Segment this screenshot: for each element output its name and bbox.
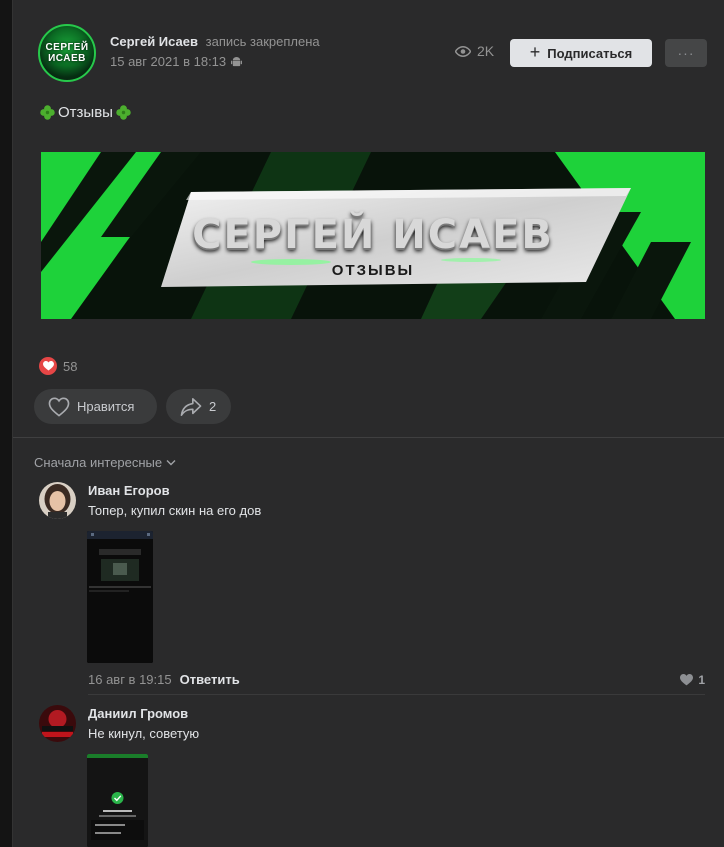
- post-banner-image[interactable]: СЕРГЕЙ ИСАЕВ ОТЗЫВЫ: [41, 152, 705, 319]
- views-counter: 2K: [455, 43, 494, 59]
- comment-meta: 16 авг в 19:15 Ответить: [88, 672, 240, 687]
- heart-outline-icon: [48, 397, 70, 417]
- views-count: 2K: [477, 43, 495, 59]
- like-button[interactable]: Нравится: [34, 389, 157, 424]
- subscribe-label: Подписаться: [547, 45, 633, 61]
- comments-sort-dropdown[interactable]: Сначала интересные: [34, 455, 176, 470]
- post-date-line: 15 авг 2021 в 18:13: [110, 54, 243, 69]
- comment-attachment-image[interactable]: [87, 531, 153, 663]
- android-icon: [231, 56, 243, 66]
- reply-button[interactable]: Ответить: [180, 672, 240, 687]
- left-sidebar-edge: [0, 0, 12, 847]
- post-header: СЕРГЕЙ ИСАЕВ Сергей Исаев запись закрепл…: [38, 24, 724, 84]
- pinned-note: запись закреплена: [205, 34, 320, 49]
- comment-like-button[interactable]: 1: [680, 673, 705, 687]
- commenter-name[interactable]: Даниил Громов: [88, 706, 188, 721]
- author-name[interactable]: Сергей Исаев: [110, 34, 198, 49]
- banner-subtitle: ОТЗЫВЫ: [331, 262, 415, 279]
- plus-icon: +: [529, 42, 541, 62]
- chevron-down-icon: [166, 460, 176, 466]
- post-text-content: Отзывы: [58, 104, 113, 121]
- comment-text: Топер, купил скин на его дов: [88, 503, 262, 518]
- comment-attachment-image[interactable]: [87, 754, 148, 847]
- like-label: Нравится: [77, 399, 135, 414]
- avatar-logo-text: СЕРГЕЙ: [45, 42, 89, 53]
- comment-like-count: 1: [698, 673, 705, 687]
- commenter-avatar[interactable]: [39, 482, 76, 519]
- likes-summary[interactable]: 58: [39, 357, 77, 375]
- comment-divider: [88, 694, 705, 695]
- clover-icon: [40, 105, 55, 120]
- section-divider: [13, 437, 724, 438]
- comment-date[interactable]: 16 авг в 19:15: [88, 672, 172, 687]
- author-avatar[interactable]: СЕРГЕЙ ИСАЕВ: [38, 24, 96, 82]
- more-icon: ···: [677, 45, 695, 61]
- avatar-logo-text: ИСАЕВ: [48, 53, 86, 64]
- heart-reaction-icon: [39, 357, 57, 375]
- share-count: 2: [209, 399, 217, 414]
- heart-icon: [680, 674, 694, 686]
- post-date[interactable]: 15 авг 2021 в 18:13: [110, 54, 226, 69]
- comment-text: Не кинул, советую: [88, 726, 200, 741]
- commenter-avatar[interactable]: [39, 705, 76, 742]
- more-options-button[interactable]: ···: [665, 39, 707, 67]
- eye-icon: [455, 45, 471, 57]
- likes-count: 58: [63, 358, 78, 374]
- subscribe-button[interactable]: + Подписаться: [510, 39, 652, 67]
- banner-title: СЕРГЕЙ ИСАЕВ: [192, 212, 554, 258]
- sort-label: Сначала интересные: [34, 455, 163, 470]
- clover-icon: [116, 105, 131, 120]
- page: СЕРГЕЙ ИСАЕВ Сергей Исаев запись закрепл…: [0, 0, 724, 847]
- share-button[interactable]: 2: [166, 389, 231, 424]
- commenter-name[interactable]: Иван Егоров: [88, 483, 170, 498]
- post-card: СЕРГЕЙ ИСАЕВ Сергей Исаев запись закрепл…: [12, 0, 724, 847]
- share-arrow-icon: [180, 397, 202, 416]
- post-text: Отзывы: [39, 104, 132, 121]
- author-line: Сергей Исаев запись закреплена: [110, 34, 320, 49]
